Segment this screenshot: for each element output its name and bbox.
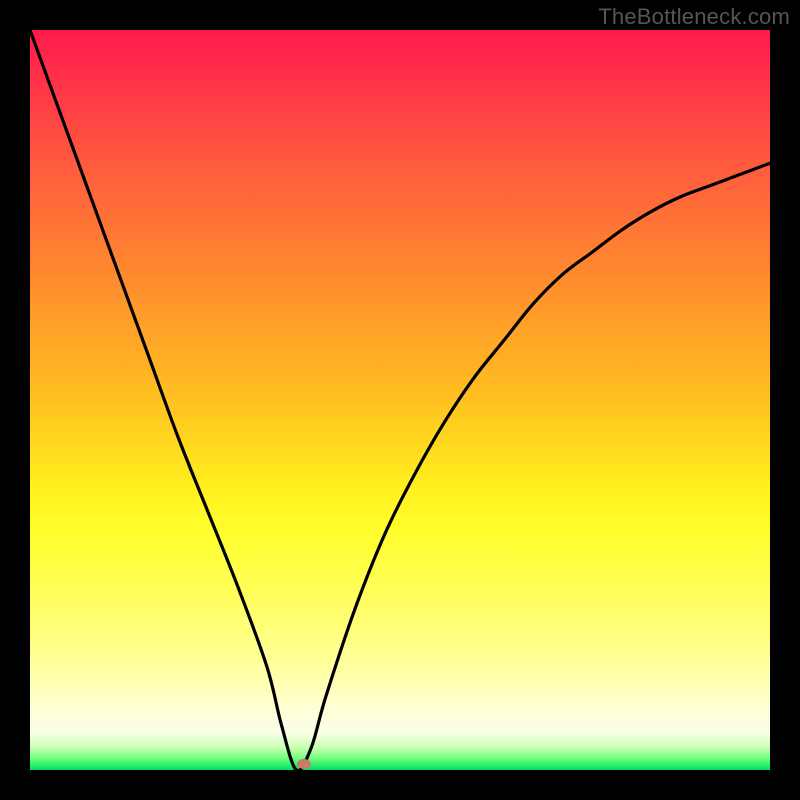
optimal-point-marker	[297, 759, 311, 769]
bottleneck-curve	[30, 30, 770, 770]
watermark-text: TheBottleneck.com	[598, 4, 790, 30]
chart-frame: TheBottleneck.com	[0, 0, 800, 800]
plot-area	[30, 30, 770, 770]
curve-path	[30, 30, 770, 771]
